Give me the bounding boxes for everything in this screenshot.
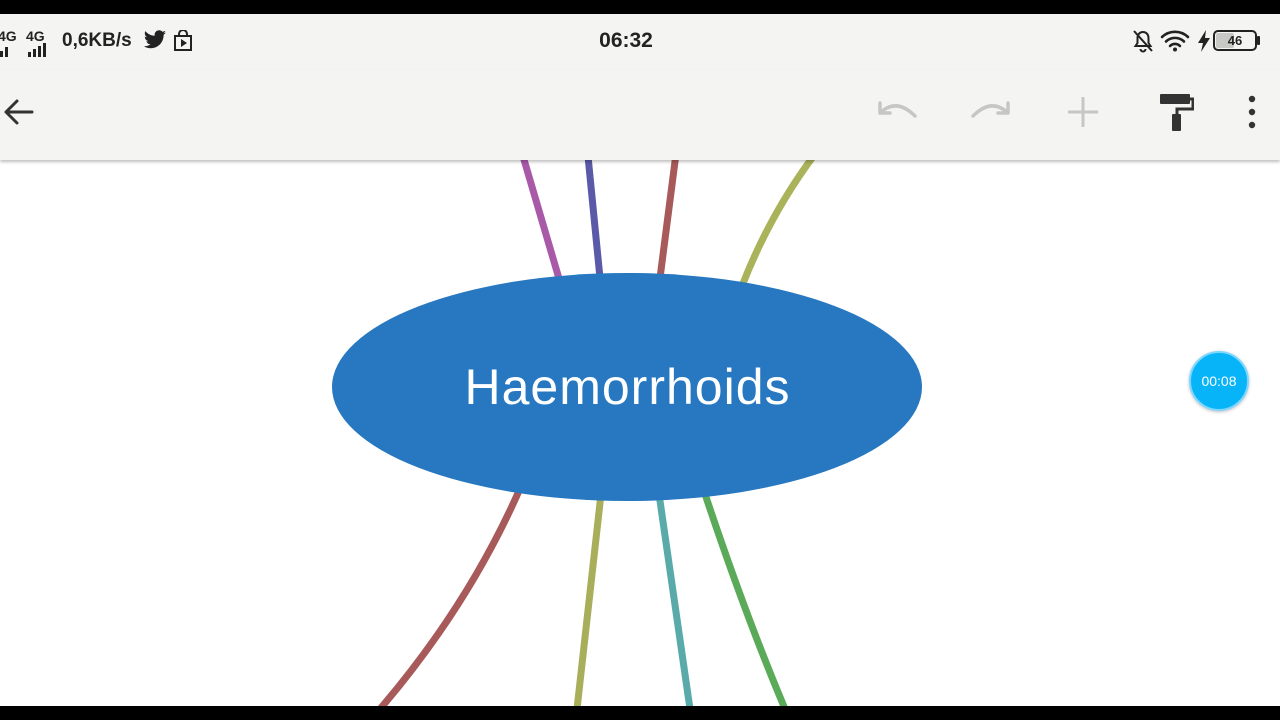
notifications-off-icon xyxy=(1133,30,1153,53)
undo-button[interactable] xyxy=(874,88,922,136)
back-button[interactable] xyxy=(0,88,42,136)
branch-connector[interactable] xyxy=(583,142,604,282)
branch-connector[interactable] xyxy=(573,490,605,706)
central-topic-shape[interactable] xyxy=(332,273,922,501)
redo-icon xyxy=(971,101,1010,118)
undo-icon xyxy=(878,101,917,118)
recording-timer[interactable]: 00:08 xyxy=(1189,351,1249,411)
status-bar: 4G 4G 0,6KB/s 06:32 46 xyxy=(0,14,1280,70)
branch-connector[interactable] xyxy=(701,490,788,706)
more-vertical-icon xyxy=(1248,95,1256,129)
arrow-left-icon xyxy=(4,99,34,125)
app-toolbar xyxy=(0,70,1280,160)
battery-level: 46 xyxy=(1227,33,1243,48)
branch-connector[interactable] xyxy=(655,490,694,706)
more-options-button[interactable] xyxy=(1228,88,1276,136)
charging-icon xyxy=(1198,30,1210,52)
plus-icon xyxy=(1068,97,1098,127)
app-screen: Haemorrhoids 4G 4G 0,6KB/s 06:32 46 00:0… xyxy=(0,14,1280,706)
redo-button[interactable] xyxy=(966,88,1014,136)
add-topic-button[interactable] xyxy=(1059,88,1107,136)
branch-connector[interactable] xyxy=(738,150,819,290)
format-button[interactable] xyxy=(1152,88,1200,136)
status-clock: 06:32 xyxy=(599,29,653,52)
wifi-icon xyxy=(1160,30,1190,52)
branch-connector[interactable] xyxy=(656,142,681,282)
paint-roller-icon xyxy=(1160,94,1194,131)
branch-connector[interactable] xyxy=(377,480,526,706)
branch-connector[interactable] xyxy=(516,142,564,286)
